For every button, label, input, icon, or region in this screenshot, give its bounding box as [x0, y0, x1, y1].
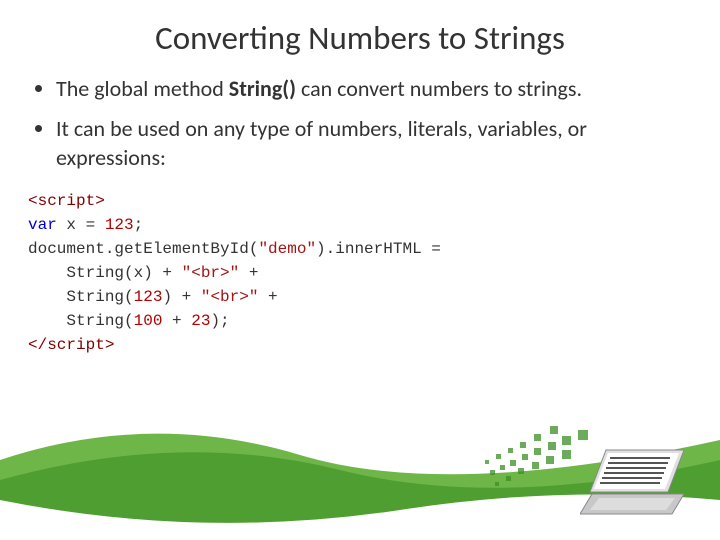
code-keyword: var [28, 216, 57, 234]
code-line: <script> [28, 189, 692, 213]
code-block: <script> var x = 123; document.getElemen… [28, 189, 692, 357]
code-line: document.getElementById("demo").innerHTM… [28, 237, 692, 261]
bullet-text-pre: The global method [56, 75, 229, 102]
decorative-data-stream [470, 410, 610, 500]
bullet-text-post: can convert numbers to strings. [296, 75, 582, 102]
code-text: document.getElementById( [28, 240, 258, 258]
code-text: + [239, 264, 258, 282]
code-number: 23 [191, 312, 210, 330]
code-text: ) + [162, 288, 200, 306]
bullet-text-pre: It can be used on any type of numbers, l… [56, 115, 587, 172]
code-text: String(x) + [28, 264, 182, 282]
code-line: String(100 + 23); [28, 309, 692, 333]
code-string: "<br>" [182, 264, 240, 282]
code-text: ); [210, 312, 229, 330]
code-string: "<br>" [201, 288, 259, 306]
code-number: 123 [134, 288, 163, 306]
code-text: + [162, 312, 191, 330]
bullet-item: It can be used on any type of numbers, l… [56, 114, 692, 173]
code-text: String( [28, 288, 134, 306]
code-tag: <script> [28, 192, 105, 210]
bullet-text-bold: String() [229, 75, 296, 102]
code-number: 100 [134, 312, 163, 330]
code-line: String(123) + "<br>" + [28, 285, 692, 309]
slide-container: Converting Numbers to Strings The global… [0, 0, 720, 540]
slide-title: Converting Numbers to Strings [28, 18, 692, 58]
code-number: 123 [105, 216, 134, 234]
code-text: x = [57, 216, 105, 234]
laptop-icon [580, 442, 690, 522]
code-text: ; [134, 216, 144, 234]
code-text: + [258, 288, 277, 306]
code-text: ).innerHTML = [316, 240, 441, 258]
code-string: "demo" [258, 240, 316, 258]
bullet-item: The global method String() can convert n… [56, 74, 692, 104]
code-text: String( [28, 312, 134, 330]
bullet-list: The global method String() can convert n… [56, 74, 692, 173]
code-line: var x = 123; [28, 213, 692, 237]
code-tag: </script> [28, 336, 114, 354]
code-line: String(x) + "<br>" + [28, 261, 692, 285]
decorative-wave [0, 400, 720, 540]
code-line: </script> [28, 333, 692, 357]
